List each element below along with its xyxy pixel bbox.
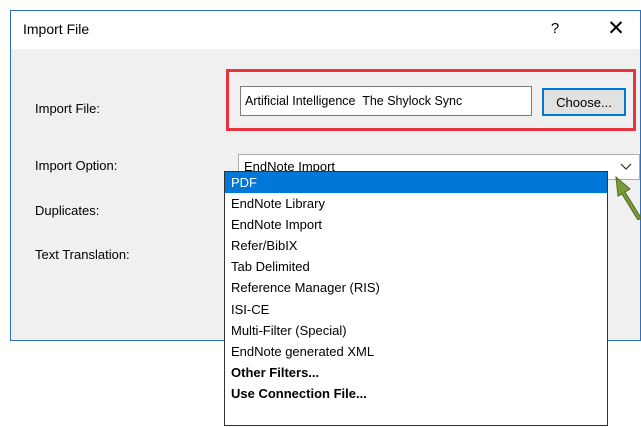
dropdown-option-reference-manager-ris[interactable]: Reference Manager (RIS) [225,277,607,298]
duplicates-label: Duplicates: [35,203,100,218]
import-option-dropdown-list[interactable]: PDF EndNote Library EndNote Import Refer… [224,171,608,426]
import-file-label: Import File: [35,101,101,116]
dropdown-option-tab-delimited[interactable]: Tab Delimited [225,256,607,277]
dropdown-option-endnote-import[interactable]: EndNote Import [225,214,607,235]
chevron-down-icon [620,160,632,175]
dropdown-option-endnote-library[interactable]: EndNote Library [225,193,607,214]
text-translation-label: Text Translation: [35,247,130,262]
dropdown-option-other-filters[interactable]: Other Filters... [225,362,607,383]
dropdown-option-endnote-xml[interactable]: EndNote generated XML [225,341,607,362]
close-button[interactable]: ✕ [599,15,633,43]
import-option-label: Import Option: [35,158,118,173]
choose-button[interactable]: Choose... [542,88,626,116]
help-button[interactable]: ? [543,20,567,42]
title-bar: Import File ? ✕ [11,11,640,49]
import-file-field[interactable] [240,86,532,116]
dropdown-option-use-connection-file[interactable]: Use Connection File... [225,383,607,404]
arrow-icon [615,176,641,220]
dialog-title: Import File [23,21,90,37]
dropdown-option-isi-ce[interactable]: ISI-CE [225,299,607,320]
dropdown-option-multi-filter[interactable]: Multi-Filter (Special) [225,320,607,341]
dropdown-option-pdf[interactable]: PDF [225,172,607,194]
dropdown-option-refer-bibix[interactable]: Refer/BibIX [225,235,607,256]
